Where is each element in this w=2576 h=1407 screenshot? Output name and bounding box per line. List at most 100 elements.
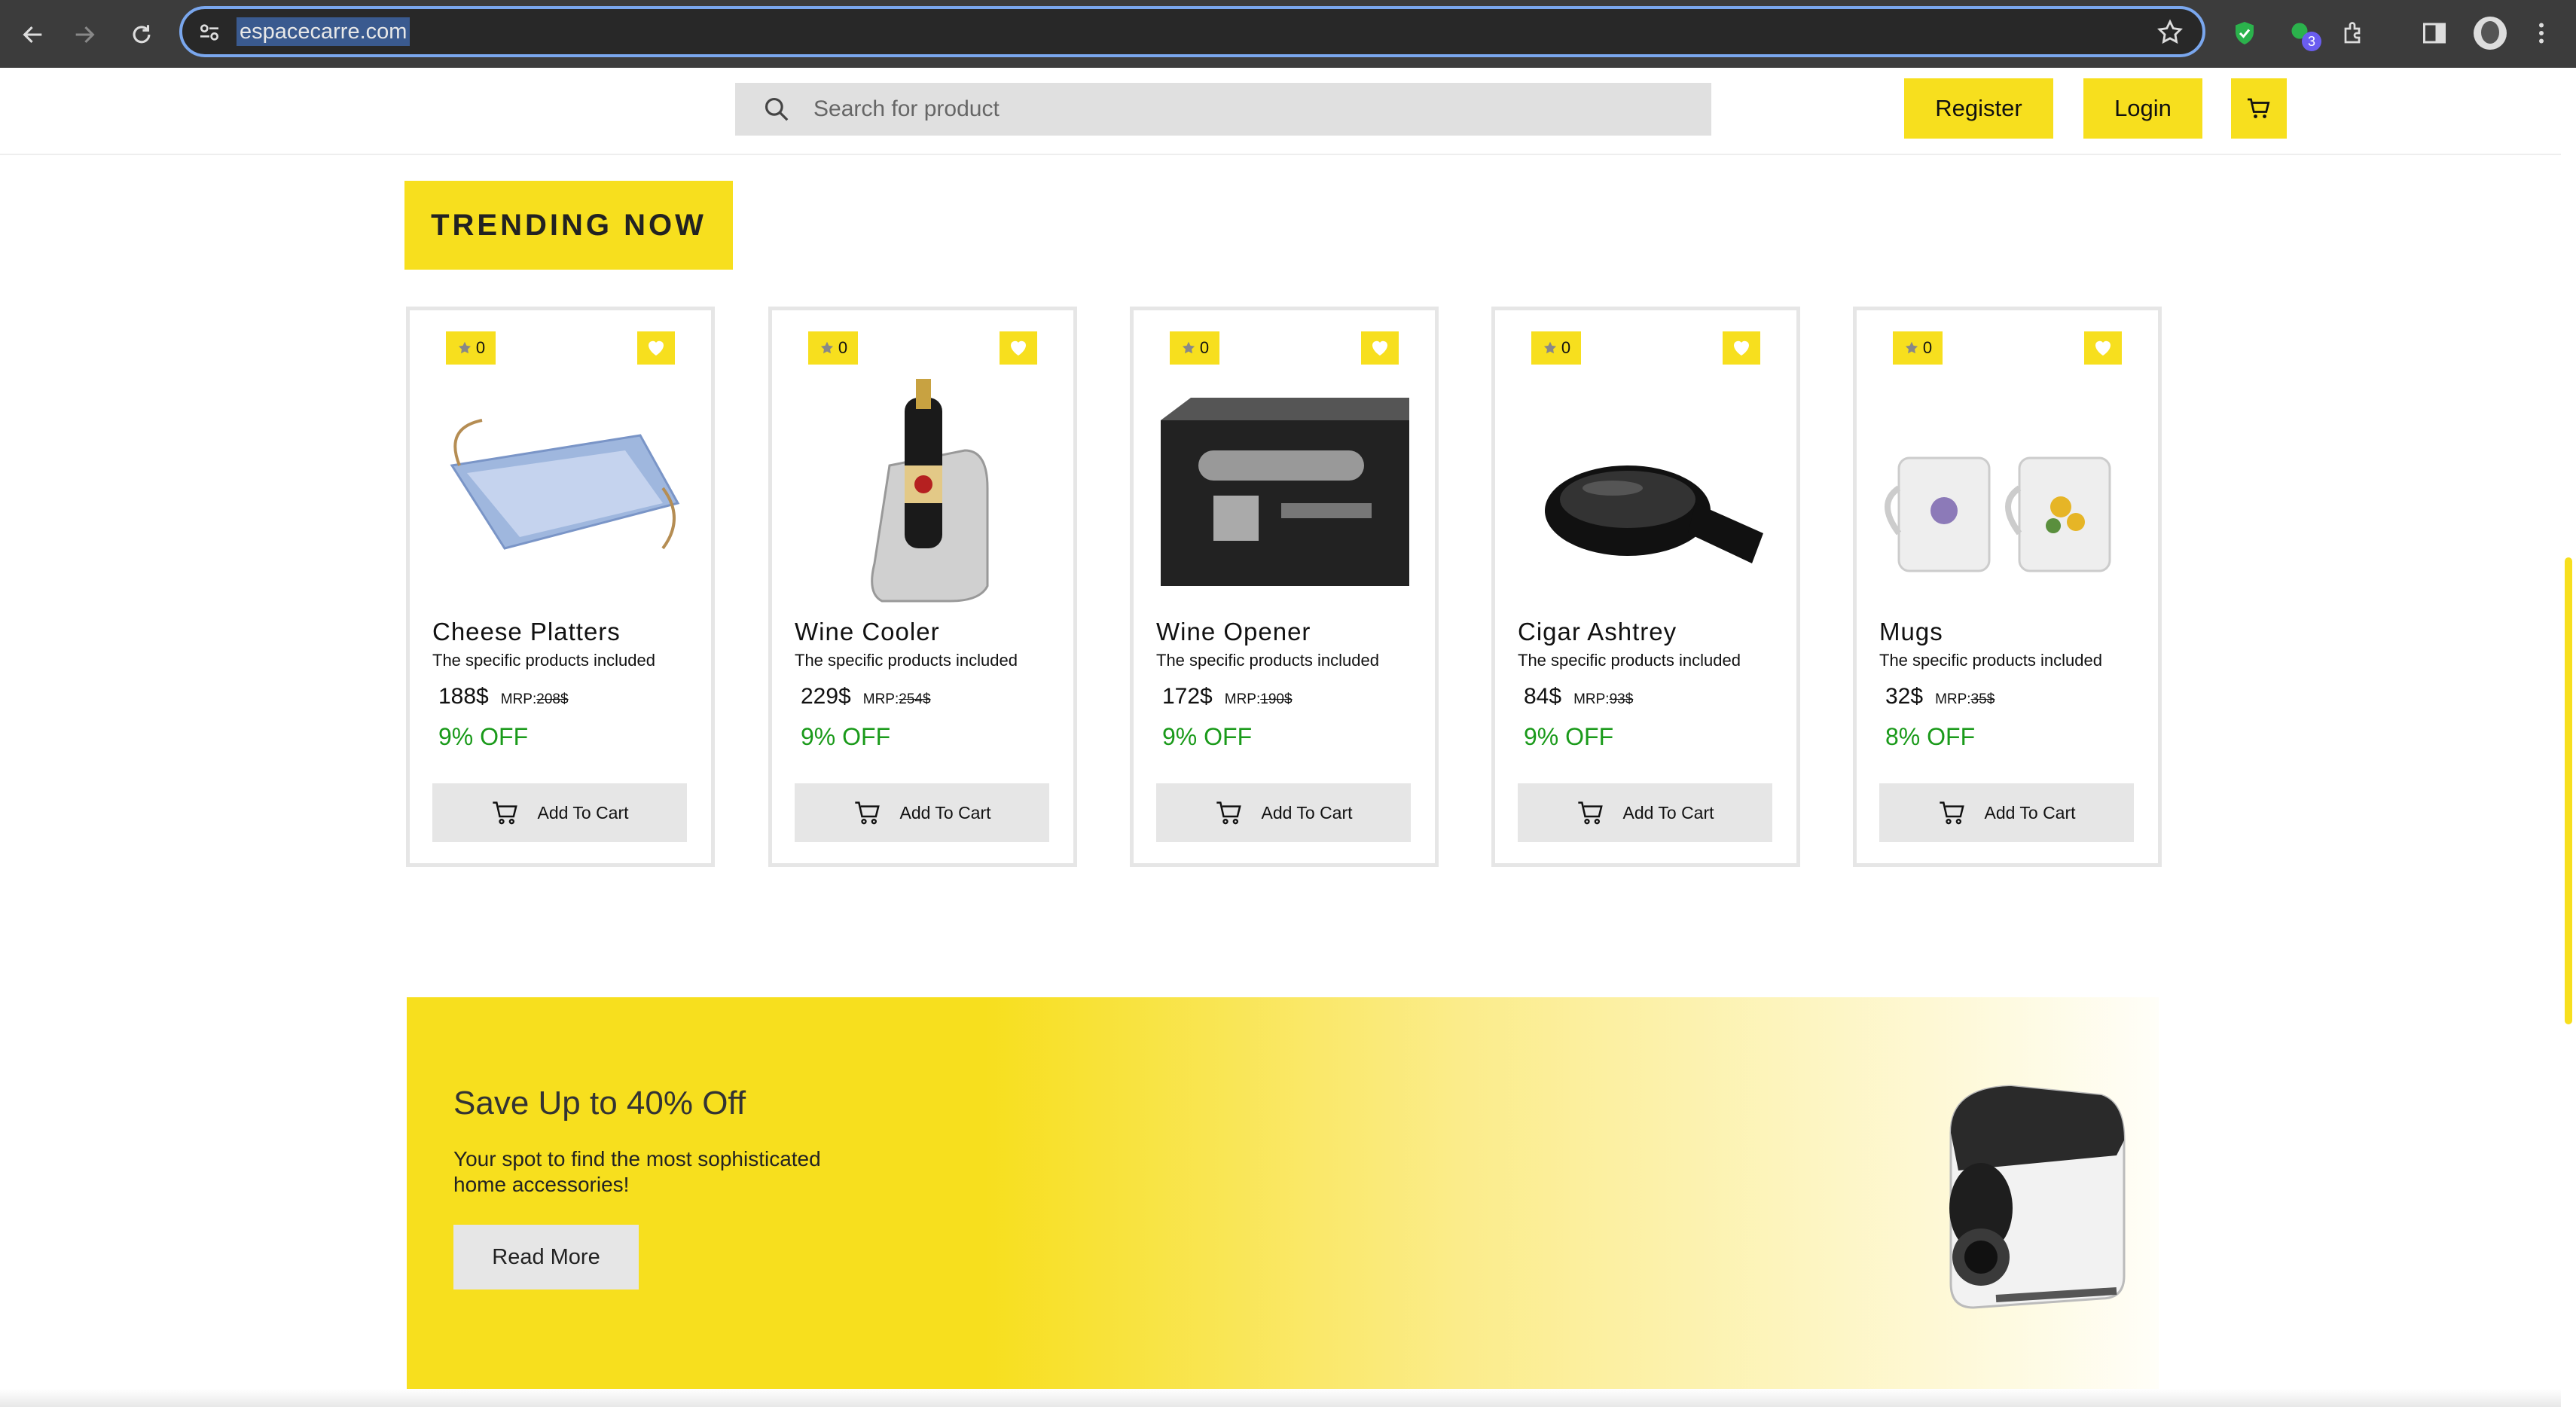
product-price: 172$	[1162, 684, 1213, 709]
product-price: 84$	[1524, 684, 1562, 709]
product-name[interactable]: Wine Cooler	[795, 618, 940, 646]
site-settings-icon[interactable]	[197, 20, 221, 44]
product-image[interactable]	[799, 375, 1048, 609]
reload-icon	[133, 25, 151, 44]
add-to-cart-button[interactable]: Add To Cart	[1156, 783, 1411, 842]
rating-badge: 0	[1170, 331, 1219, 365]
add-to-cart-button[interactable]: Add To Cart	[795, 783, 1049, 842]
register-button[interactable]: Register	[1904, 78, 2053, 139]
product-card[interactable]: 0 Cigar Ashtrey The specific products in…	[1491, 307, 1800, 867]
mrp: MRP:35$	[1935, 691, 1995, 708]
promo-banner: Save Up to 40% Off Your spot to find the…	[407, 997, 2159, 1389]
product-image[interactable]	[1161, 375, 1409, 609]
product-price: 32$	[1885, 684, 1924, 709]
mrp-label: MRP:	[500, 691, 537, 707]
side-panel-button[interactable]	[2416, 15, 2452, 51]
cart-icon	[1578, 801, 1604, 825]
product-image[interactable]	[437, 375, 685, 609]
mrp-value: 93$	[1609, 691, 1634, 707]
search-bar[interactable]	[735, 83, 1711, 136]
heart-icon	[2095, 340, 2111, 356]
add-to-cart-button[interactable]: Add To Cart	[1518, 783, 1772, 842]
product-card[interactable]: 0 Cheese Platters The specific products …	[406, 307, 715, 867]
read-more-button[interactable]: Read More	[453, 1225, 639, 1289]
product-price: 188$	[438, 684, 489, 709]
product-description: The specific products included	[795, 651, 1018, 670]
product-description: The specific products included	[1518, 651, 1741, 670]
add-to-cart-button[interactable]: Add To Cart	[1879, 783, 2134, 842]
shield-extension-button[interactable]	[2227, 15, 2263, 51]
search-input[interactable]	[813, 90, 1680, 128]
cart-icon	[855, 801, 881, 825]
heart-icon	[1372, 340, 1387, 356]
discount-label: 9% OFF	[1524, 723, 1614, 750]
cart-icon	[493, 801, 518, 825]
wishlist-button[interactable]	[2084, 331, 2122, 365]
product-image[interactable]	[1522, 375, 1771, 609]
mrp: MRP:190$	[1225, 691, 1293, 708]
product-name[interactable]: Wine Opener	[1156, 618, 1311, 646]
search-icon	[765, 97, 789, 121]
product-price: 229$	[801, 684, 851, 709]
star-icon	[820, 341, 833, 354]
star-icon	[1905, 341, 1918, 354]
wishlist-button[interactable]	[637, 331, 675, 365]
extension-with-badge-button[interactable]: 3	[2284, 15, 2321, 51]
url-text[interactable]: espacecarre.com	[237, 17, 411, 46]
rating-badge: 0	[1893, 331, 1943, 365]
rating-count: 0	[1199, 338, 1210, 357]
rating-badge: 0	[446, 331, 496, 365]
mrp-value: 35$	[1970, 691, 1995, 707]
rating-count: 0	[475, 338, 486, 357]
bottom-edge	[0, 1389, 2561, 1407]
extension-badge: 3	[2302, 32, 2321, 51]
price-row: 84$ MRP:93$	[1524, 684, 1633, 710]
product-name[interactable]: Cigar Ashtrey	[1518, 618, 1677, 646]
reload-button[interactable]	[121, 14, 163, 56]
product-card[interactable]: 0 Mugs The specific products included 32…	[1853, 307, 2162, 867]
login-button[interactable]: Login	[2083, 78, 2202, 139]
extensions-button[interactable]	[2336, 15, 2373, 51]
profile-avatar[interactable]	[2474, 17, 2507, 50]
arrow-right-icon	[75, 26, 95, 44]
page-scrollbar-thumb[interactable]	[2565, 557, 2572, 1024]
star-icon	[1543, 341, 1556, 354]
add-to-cart-label: Add To Cart	[1261, 802, 1353, 823]
mrp-value: 190$	[1260, 691, 1293, 707]
star-icon	[1182, 341, 1195, 354]
forward-button[interactable]	[63, 14, 105, 56]
rating-count: 0	[1922, 338, 1933, 357]
heart-icon	[649, 340, 664, 356]
add-to-cart-button[interactable]: Add To Cart	[432, 783, 687, 842]
discount-label: 9% OFF	[801, 723, 891, 750]
product-card[interactable]: 0 Wine Opener The specific products incl…	[1130, 307, 1439, 867]
product-name[interactable]: Mugs	[1879, 618, 1943, 646]
product-description: The specific products included	[432, 651, 655, 670]
mrp-label: MRP:	[1935, 691, 1971, 707]
side-panel-icon	[2423, 23, 2446, 44]
add-to-cart-label: Add To Cart	[899, 802, 991, 823]
address-bar[interactable]: espacecarre.com	[179, 6, 2205, 57]
bookmark-star-icon[interactable]	[2156, 18, 2184, 47]
mrp-label: MRP:	[862, 691, 899, 707]
site-header: Register Login	[0, 68, 2561, 155]
price-row: 188$ MRP:208$	[438, 684, 569, 710]
browser-menu-button[interactable]	[2523, 15, 2559, 51]
add-to-cart-label: Add To Cart	[1984, 802, 2076, 823]
wishlist-button[interactable]	[1361, 331, 1399, 365]
add-to-cart-label: Add To Cart	[1622, 802, 1714, 823]
cart-icon	[2248, 98, 2270, 118]
wine-cooler-machine-image	[1949, 1085, 2126, 1309]
product-card[interactable]: 0 Wine Cooler The specific products incl…	[768, 307, 1077, 867]
discount-label: 9% OFF	[1162, 723, 1253, 750]
cart-button[interactable]	[2231, 78, 2287, 139]
product-name[interactable]: Cheese Platters	[432, 618, 621, 646]
product-image[interactable]	[1884, 375, 2132, 609]
wishlist-button[interactable]	[1000, 331, 1037, 365]
shield-icon	[2236, 22, 2254, 44]
browser-toolbar: espacecarre.com 3	[0, 0, 2576, 68]
wishlist-button[interactable]	[1723, 331, 1760, 365]
back-button[interactable]	[12, 14, 54, 56]
trending-title: TRENDING NOW	[404, 181, 733, 270]
arrow-left-icon	[23, 26, 42, 44]
